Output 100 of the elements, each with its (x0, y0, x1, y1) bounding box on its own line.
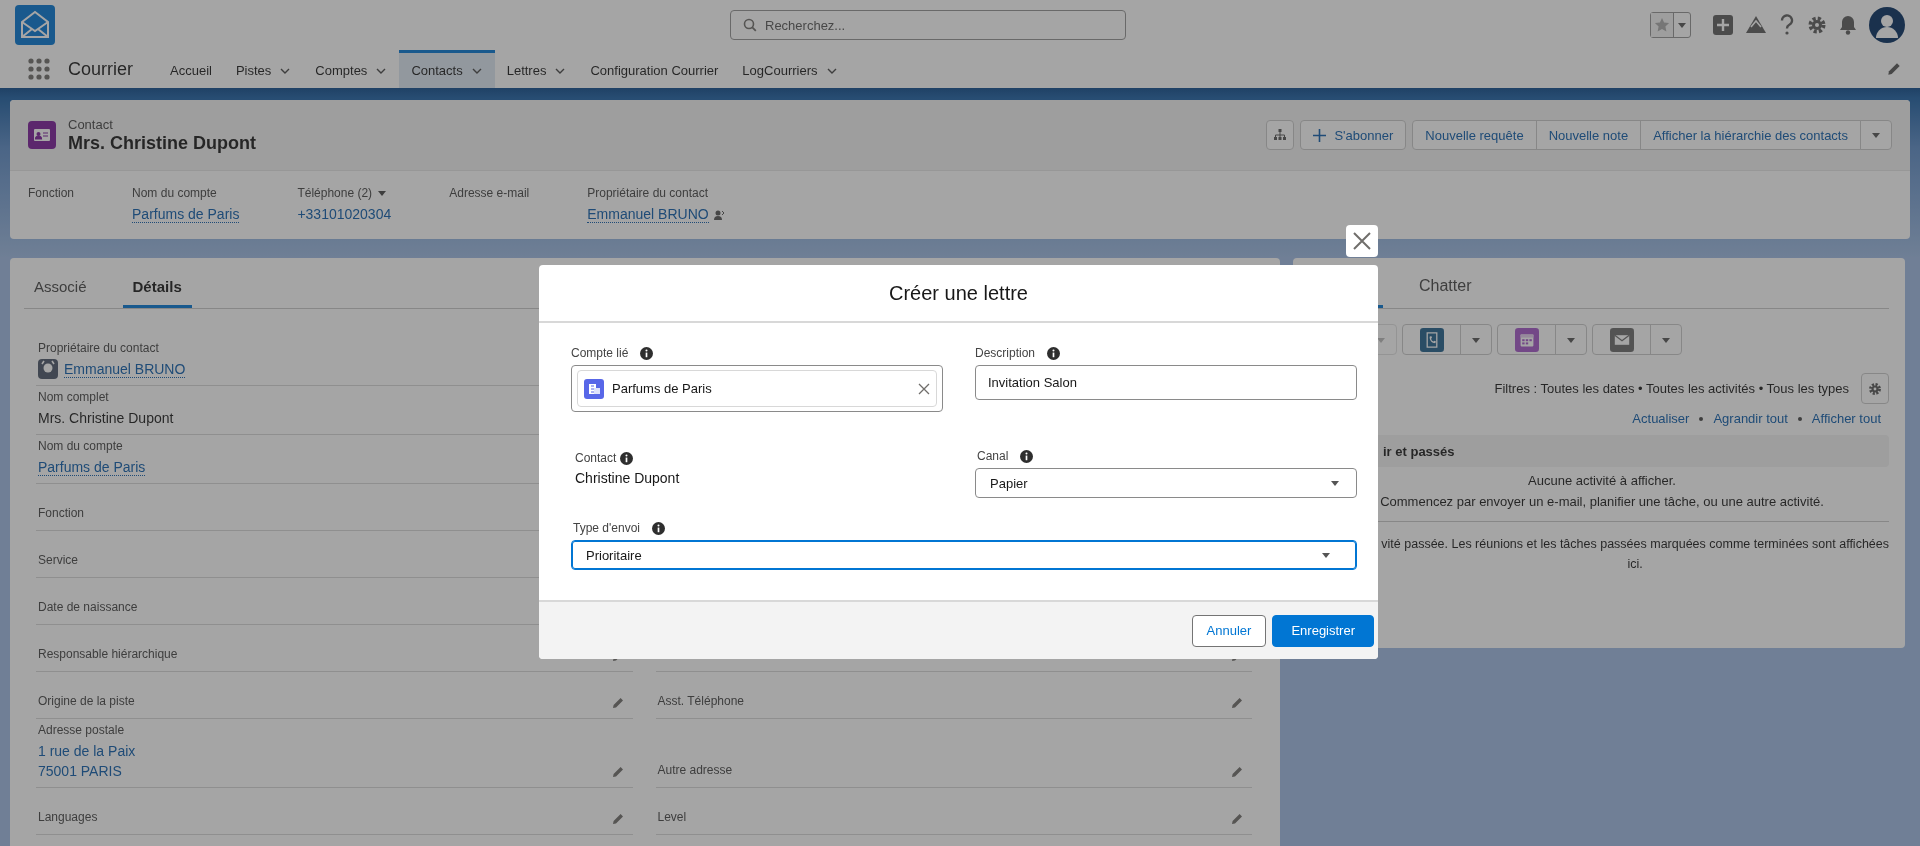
field-label: Responsable hiérarchique (38, 647, 178, 661)
field-label: Type d'envoi (573, 521, 640, 535)
select-field[interactable]: Prioritaire (571, 540, 1357, 570)
change-owner-icon[interactable] (712, 208, 725, 221)
select-field[interactable]: Papier (975, 468, 1357, 498)
tab[interactable]: Chatter (1409, 277, 1482, 308)
selected-record-pill[interactable]: Parfums de Paris (577, 370, 937, 407)
action-button[interactable]: Nouvelle note (1535, 120, 1642, 150)
nav-tab[interactable]: Comptes (303, 50, 400, 88)
field-value: Mrs. Christine Dupont (38, 409, 174, 428)
nav-tab[interactable]: LogCourriers (730, 50, 850, 88)
field-label: Compte lié (571, 346, 629, 360)
field-label: Canal (977, 449, 1009, 463)
field-label: Adresse postale (38, 723, 126, 737)
nav-tab[interactable]: Pistes (223, 50, 304, 88)
phone-icon (1419, 327, 1444, 352)
filter-settings-button[interactable] (1861, 373, 1889, 404)
record-link[interactable]: Parfums de Paris (38, 458, 146, 476)
link[interactable]: Afficher tout (1811, 411, 1881, 426)
notifications-icon[interactable] (1839, 15, 1857, 35)
email-icon (1609, 327, 1634, 352)
owner-link[interactable]: Emmanuel BRUNO (587, 206, 709, 223)
app-launcher-icon[interactable] (28, 58, 50, 80)
info-icon (652, 521, 665, 535)
user-avatar-icon (38, 359, 58, 379)
nav-tab[interactable]: Lettres (494, 50, 579, 88)
field-label: Nom du compte (38, 439, 124, 453)
bullet-icon (1699, 416, 1704, 421)
settings-icon (1868, 381, 1882, 396)
close-icon (1353, 232, 1371, 250)
nav-tab[interactable]: Configuration Courrier (578, 50, 731, 88)
account-icon (584, 378, 604, 399)
info-icon (640, 346, 654, 360)
field-label: Languages (38, 810, 98, 824)
link[interactable]: Actualiser (1632, 411, 1690, 426)
follow-button[interactable]: S'abonner (1300, 120, 1407, 150)
record-title: Mrs. Christine Dupont (68, 132, 256, 154)
record-link[interactable]: Parfums de Paris (132, 206, 240, 223)
settings-icon[interactable] (1807, 15, 1827, 35)
close-button[interactable] (1346, 225, 1378, 257)
field-label: Origine de la piste (38, 694, 135, 708)
bullet-icon (1797, 416, 1802, 421)
clear-icon[interactable] (918, 382, 930, 395)
field-label: Fonction (28, 186, 75, 200)
cancel-button[interactable]: Annuler (1191, 614, 1267, 647)
caret-icon (1321, 550, 1331, 560)
field-label: Propriétaire du contact (587, 186, 708, 200)
record-type: Contact (68, 116, 114, 132)
star-icon (1654, 17, 1670, 33)
save-button[interactable]: Enregistrer (1272, 614, 1374, 647)
info-icon (620, 451, 634, 465)
caret-icon (1677, 20, 1687, 30)
field-label: Téléphone (2) (297, 186, 373, 200)
plus-icon (1313, 128, 1327, 142)
tab[interactable]: Détails (122, 278, 192, 308)
contact-card-icon (28, 121, 56, 149)
empty-hint: Commencez par envoyer un e-mail, planifier une tâche, ou une autre activité. (1380, 494, 1824, 509)
nav-tab[interactable]: Accueil (158, 50, 224, 88)
info-icon (1047, 346, 1061, 360)
address-link[interactable]: 1 rue de la Paix 75001 PARIS (38, 741, 136, 781)
avatar-icon[interactable] (1869, 7, 1905, 43)
action-button[interactable]: Afficher la hiérarchie des contacts (1640, 120, 1861, 150)
app-name: Courrier (68, 58, 133, 80)
field-label: Nom du compte (132, 186, 217, 200)
field-label: Service (38, 553, 78, 567)
edit-icon[interactable] (1886, 61, 1902, 77)
search-field[interactable]: Recherchez... (730, 10, 1126, 40)
text-input[interactable]: Invitation Salon (975, 365, 1357, 400)
field-label: Date de naissance (38, 600, 138, 614)
hierarchy-icon (1274, 129, 1287, 141)
envelope-logo-icon (15, 5, 55, 45)
field-label: Level (657, 810, 687, 824)
empty-message: Aucune activité à afficher. (1528, 473, 1676, 488)
field-label: Nom complet (38, 390, 110, 404)
hierarchy-button[interactable] (1266, 120, 1295, 150)
caret-icon (1871, 130, 1881, 140)
caret-icon (1330, 478, 1340, 488)
field-label: Contact (575, 451, 617, 465)
tab[interactable]: Associé (24, 278, 97, 308)
field-label: Description (975, 346, 1036, 360)
help-icon[interactable] (1779, 14, 1795, 36)
more-actions-button[interactable] (1860, 120, 1892, 150)
filters-text: Filtres : Toutes les dates • Toutes les activités • Tous les types (1494, 381, 1849, 396)
add-icon[interactable] (1713, 15, 1733, 35)
field-label: Fonction (38, 506, 85, 520)
calendar-icon (1514, 327, 1539, 352)
link[interactable]: Agrandir tout (1713, 411, 1788, 426)
lookup-field[interactable]: Parfums de Paris (571, 365, 943, 412)
nav-tab[interactable]: Contacts (399, 50, 495, 88)
info-icon (1020, 449, 1034, 463)
mountain-icon[interactable] (1745, 15, 1767, 35)
search-icon (743, 18, 757, 32)
past-activity-message: vité passée. Les réunions et les tâches passées marquées comme terminées sont affichées ici. (1381, 536, 1889, 573)
field-label: Adresse e-mail (449, 186, 530, 200)
owner-link[interactable]: Emmanuel BRUNO (64, 360, 186, 378)
phone-link[interactable]: +33101020304 (297, 206, 392, 222)
modal-title: Créer une lettre (889, 281, 1028, 305)
field-label: Propriétaire du contact (38, 341, 160, 355)
action-button[interactable]: Nouvelle requête (1412, 120, 1537, 150)
field-value: Christine Dupont (574, 470, 681, 486)
